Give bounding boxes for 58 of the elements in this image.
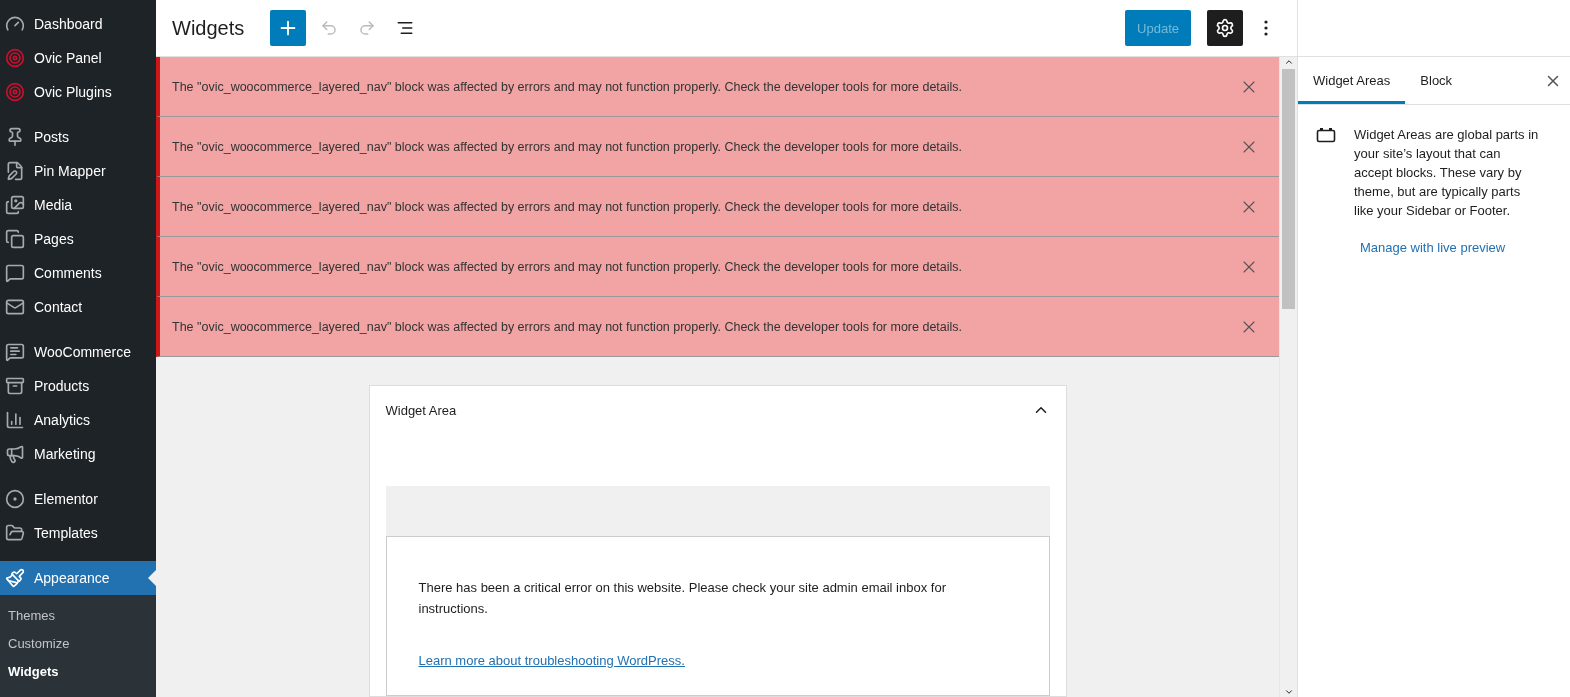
sidebar-item[interactable]: Products xyxy=(0,369,156,403)
gear-icon xyxy=(1215,18,1235,38)
sidebar-item[interactable]: Marketing xyxy=(0,437,156,471)
settings-button[interactable] xyxy=(1207,10,1243,46)
live-preview-link[interactable]: Manage with live preview xyxy=(1360,240,1570,255)
speech-bubble-icon xyxy=(5,342,25,362)
notice-text: The "ovic_woocommerce_layered_nav" block was affected by errors and may not function properly. Check the developer tools for more details. xyxy=(172,319,964,334)
notice-text: The "ovic_woocommerce_layered_nav" block was affected by errors and may not function properly. Check the developer tools for more details. xyxy=(172,259,964,274)
submenu-item[interactable]: Themes xyxy=(0,601,156,629)
sidebar-item[interactable]: Comments xyxy=(0,256,156,290)
submenu-item[interactable]: Customize xyxy=(0,629,156,657)
scroll-up-icon[interactable] xyxy=(1283,57,1294,67)
sidebar-item[interactable]: WooCommerce xyxy=(0,335,156,369)
paintbrush-icon xyxy=(5,568,25,588)
pin-icon xyxy=(5,127,25,147)
sidebar-item[interactable]: Analytics xyxy=(0,403,156,437)
add-block-button[interactable] xyxy=(270,10,307,46)
target-icon xyxy=(5,48,25,68)
file-pen-icon xyxy=(5,161,25,181)
folder-icon xyxy=(5,523,25,543)
sidebar-item[interactable]: Appearance xyxy=(0,561,156,595)
sidebar-item[interactable]: Media xyxy=(0,188,156,222)
more-icon xyxy=(1264,20,1268,36)
undo-icon xyxy=(320,18,339,38)
redo-icon xyxy=(358,18,377,38)
help-link[interactable]: Learn more about troubleshooting WordPress. xyxy=(418,653,685,668)
envelope-icon xyxy=(5,297,25,317)
notice-text: The "ovic_woocommerce_layered_nav" block was affected by errors and may not function properly. Check the developer tools for more details. xyxy=(172,139,964,154)
target-icon xyxy=(5,82,25,102)
images-icon xyxy=(5,195,25,215)
sidebar-item[interactable]: Contact xyxy=(0,290,156,324)
speech-bubble-icon xyxy=(5,263,25,283)
widget-area-icon xyxy=(1316,127,1336,143)
panel-description: Widget Areas are global parts in your site’s layout that can accept blocks. These vary by theme, but are typically parts like your Sidebar or Footer. xyxy=(1354,126,1540,220)
widget-area-title: Widget Area xyxy=(385,402,457,418)
scroll-down-icon[interactable] xyxy=(1283,687,1294,697)
submenu-item[interactable]: Widgets xyxy=(0,657,156,685)
notice-text: The "ovic_woocommerce_layered_nav" block was affected by errors and may not function properly. Check the developer tools for more details. xyxy=(172,79,964,94)
sidebar-item[interactable]: Posts xyxy=(0,120,156,154)
notice-text: The "ovic_woocommerce_layered_nav" block was affected by errors and may not function properly. Check the developer tools for more details. xyxy=(172,199,964,214)
archive-icon xyxy=(5,376,25,396)
circle-icon xyxy=(5,489,25,509)
gauge-icon xyxy=(5,14,25,34)
page-title: Widgets xyxy=(172,16,245,40)
sidebar-item[interactable]: Templates xyxy=(0,516,156,550)
megaphone-icon xyxy=(5,444,25,464)
sidebar-item[interactable]: Pin Mapper xyxy=(0,154,156,188)
sidebar-item[interactable]: Pages xyxy=(0,222,156,256)
error-text: There has been a critical error on this website. Please check your site admin email inbox for instructions. xyxy=(418,579,947,618)
sidebar-item[interactable]: Ovic Plugins xyxy=(0,75,156,109)
sidebar-item[interactable]: Elementor xyxy=(0,482,156,516)
panel-tab[interactable]: Widget Areas xyxy=(1298,57,1406,104)
bar-chart-icon xyxy=(5,410,25,430)
scrollbar[interactable] xyxy=(1279,57,1297,697)
sidebar-item[interactable]: Dashboard xyxy=(0,7,156,41)
pages-icon xyxy=(5,229,25,249)
sidebar-item[interactable]: Ovic Panel xyxy=(0,41,156,75)
panel-tab[interactable]: Block xyxy=(1405,57,1468,104)
